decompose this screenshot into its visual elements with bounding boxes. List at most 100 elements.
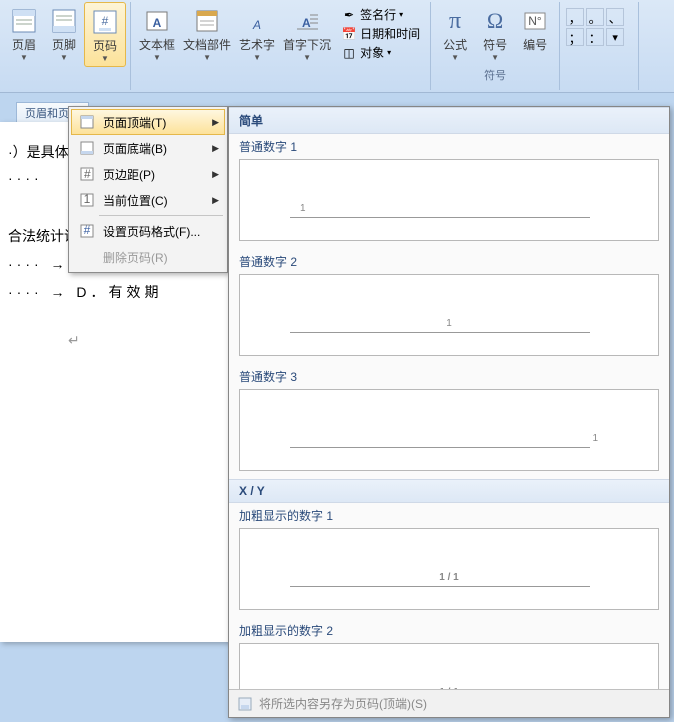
object-icon: ◫ <box>341 45 357 61</box>
group-symbols: π 公式 ▼ Ω 符号 ▼ N° 编号 符号 <box>431 2 560 90</box>
svg-text:#: # <box>84 223 91 237</box>
number-label: 编号 <box>523 39 547 52</box>
object-button[interactable]: ◫对象▾ <box>338 43 423 62</box>
svg-text:A: A <box>252 18 261 32</box>
gallery-item-label: 普通数字 1 <box>229 134 669 157</box>
menu-page-bottom[interactable]: 页面底端(B) ▶ <box>71 135 225 161</box>
group-text: A 文本框 ▼ 文档部件 ▼ A 艺术字 ▼ A 首字下沉 ▼ ✒签名行▾ � <box>131 2 431 90</box>
header-button[interactable]: 页眉 ▼ <box>4 2 44 67</box>
pagenum-icon: # <box>89 6 121 38</box>
menu-page-margin[interactable]: # 页边距(P) ▶ <box>71 161 225 187</box>
textbox-label: 文本框 <box>139 39 175 52</box>
save-icon <box>237 696 253 712</box>
chevron-right-icon: ▶ <box>212 143 219 154</box>
header-label: 页眉 <box>12 39 36 52</box>
gallery-item-plain1[interactable]: 1 <box>239 159 659 241</box>
svg-text:#: # <box>84 167 91 181</box>
footer-icon <box>48 5 80 37</box>
menu-format-pagenum[interactable]: # 设置页码格式(F)... <box>71 218 225 244</box>
equation-label: 公式 <box>443 39 467 52</box>
group-punct: ， 。 、 ； ： ▾ <box>560 2 639 90</box>
gallery-item-bold1[interactable]: 1 / 1 <box>239 528 659 610</box>
header-icon <box>8 5 40 37</box>
gallery-item-label: 加粗显示的数字 2 <box>229 618 669 641</box>
gallery-item-label: 普通数字 3 <box>229 364 669 387</box>
menu-label: 页面底端(B) <box>103 140 212 157</box>
parts-button[interactable]: 文档部件 ▼ <box>179 2 235 65</box>
punct-pause[interactable]: 、 <box>606 8 624 26</box>
gallery-item-label: 普通数字 2 <box>229 249 669 272</box>
object-label: 对象 <box>360 44 384 61</box>
dropcap-button[interactable]: A 首字下沉 ▼ <box>279 2 335 65</box>
chevron-down-icon: ▼ <box>303 53 311 62</box>
chevron-down-icon: ▼ <box>60 53 68 62</box>
equation-button[interactable]: π 公式 ▼ <box>435 2 475 65</box>
chevron-down-icon: ▼ <box>153 53 161 62</box>
equation-icon: π <box>439 5 471 37</box>
datetime-button[interactable]: 📅日期和时间 <box>338 24 423 43</box>
gallery-item-bold2[interactable]: 1 / 1 <box>239 643 659 689</box>
menu-separator <box>99 215 223 216</box>
current-pos-icon: 1 <box>77 191 97 209</box>
wordart-button[interactable]: A 艺术字 ▼ <box>235 2 279 65</box>
gallery-category: 简单 <box>229 107 669 134</box>
pagenum-button[interactable]: # 页码 ▼ <box>84 2 126 67</box>
menu-remove-pagenum[interactable]: 删除页码(R) <box>71 244 225 270</box>
chevron-down-icon: ▼ <box>491 53 499 62</box>
chevron-down-icon: ▼ <box>101 54 109 63</box>
paragraph-mark: ↵ <box>68 332 222 349</box>
parts-icon <box>191 5 223 37</box>
symbol-label: 符号 <box>483 39 507 52</box>
chevron-right-icon: ▶ <box>212 169 219 180</box>
punct-period-cn[interactable]: 。 <box>586 8 604 26</box>
gallery-save-selection: 将所选内容另存为页码(顶端)(S) <box>229 689 669 717</box>
page-margin-icon: # <box>77 165 97 183</box>
punct-more[interactable]: ▾ <box>606 28 624 46</box>
gallery-item-label: 加粗显示的数字 1 <box>229 503 669 526</box>
ribbon: 页眉 ▼ 页脚 ▼ # 页码 ▼ A 文本框 ▼ 文档部件 <box>0 0 674 93</box>
menu-label: 页面顶端(T) <box>103 114 212 131</box>
gallery-footer-label: 将所选内容另存为页码(顶端)(S) <box>259 695 427 712</box>
pagenum-submenu: 页面顶端(T) ▶ 页面底端(B) ▶ # 页边距(P) ▶ 1 当前位置(C)… <box>68 106 228 273</box>
punct-colon[interactable]: ： <box>586 28 604 46</box>
footer-label: 页脚 <box>52 39 76 52</box>
menu-label: 设置页码格式(F)... <box>103 223 219 240</box>
chevron-right-icon: ▶ <box>212 117 219 128</box>
gallery-item-plain2[interactable]: 1 <box>239 274 659 356</box>
datetime-label: 日期和时间 <box>360 25 420 42</box>
format-icon: # <box>77 222 97 240</box>
chevron-right-icon: ▶ <box>212 195 219 206</box>
chevron-down-icon: ▼ <box>451 53 459 62</box>
pagenum-gallery: 简单 普通数字 1 1 普通数字 2 1 普通数字 3 1 X / Y 加粗显示… <box>228 106 670 718</box>
menu-label: 当前位置(C) <box>103 192 212 209</box>
menu-page-top[interactable]: 页面顶端(T) ▶ <box>71 109 225 135</box>
svg-text:A: A <box>153 16 162 30</box>
remove-icon <box>77 248 97 266</box>
doc-line: ···· → D．有效期 <box>8 282 222 302</box>
datetime-icon: 📅 <box>341 26 357 42</box>
chevron-down-icon: ▼ <box>203 53 211 62</box>
chevron-down-icon: ▼ <box>253 53 261 62</box>
symbol-button[interactable]: Ω 符号 ▼ <box>475 2 515 65</box>
textbox-icon: A <box>141 5 173 37</box>
punct-comma-cn[interactable]: ， <box>566 8 584 26</box>
dropcap-icon: A <box>291 5 323 37</box>
punct-semicolon[interactable]: ； <box>566 28 584 46</box>
svg-text:A: A <box>302 16 311 30</box>
group-headerfooter: 页眉 ▼ 页脚 ▼ # 页码 ▼ <box>0 2 131 90</box>
footer-button[interactable]: 页脚 ▼ <box>44 2 84 67</box>
menu-label: 页边距(P) <box>103 166 212 183</box>
menu-current-pos[interactable]: 1 当前位置(C) ▶ <box>71 187 225 213</box>
pagenum-label: 页码 <box>93 40 117 53</box>
signature-icon: ✒ <box>341 7 357 23</box>
menu-label: 删除页码(R) <box>103 249 219 266</box>
textbox-button[interactable]: A 文本框 ▼ <box>135 2 179 65</box>
page-bottom-icon <box>77 139 97 157</box>
gallery-category: X / Y <box>229 479 669 503</box>
symbols-group-label: 符号 <box>484 65 506 83</box>
number-button[interactable]: N° 编号 <box>515 2 555 65</box>
wordart-label: 艺术字 <box>239 39 275 52</box>
gallery-scroll[interactable]: 简单 普通数字 1 1 普通数字 2 1 普通数字 3 1 X / Y 加粗显示… <box>229 107 669 689</box>
gallery-item-plain3[interactable]: 1 <box>239 389 659 471</box>
signature-button[interactable]: ✒签名行▾ <box>338 5 423 24</box>
